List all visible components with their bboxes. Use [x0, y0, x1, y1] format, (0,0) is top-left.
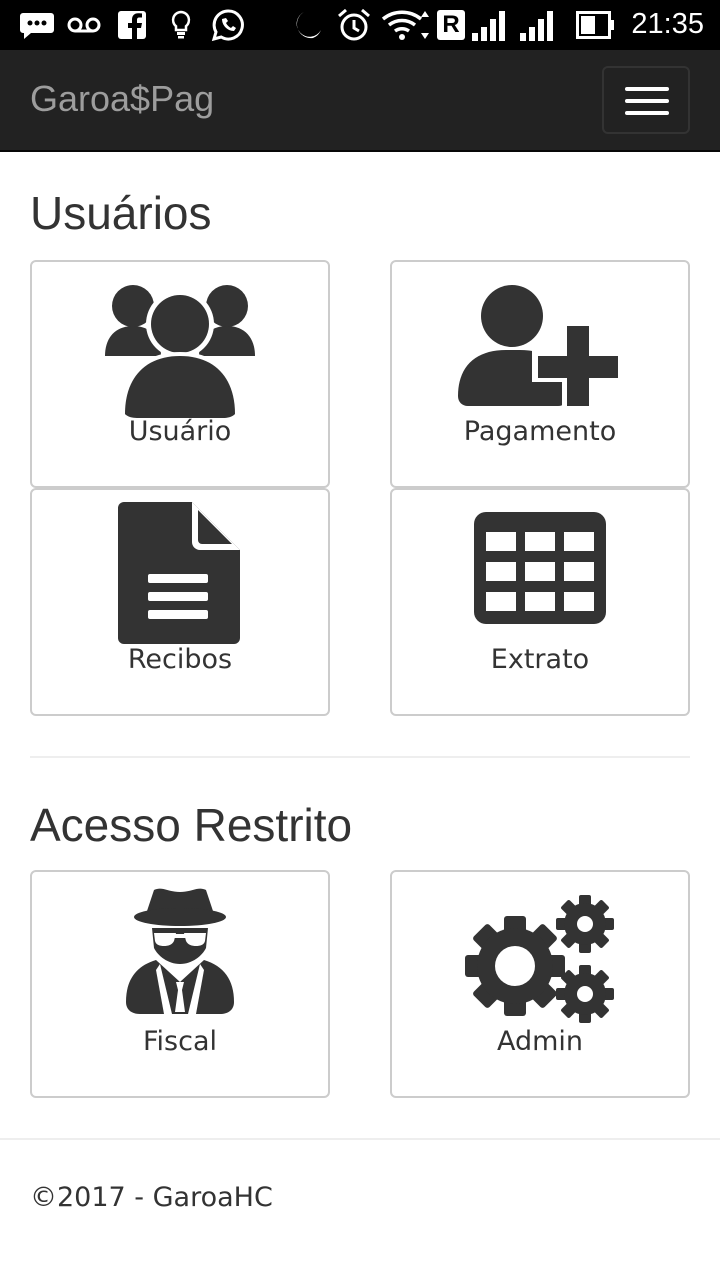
clock: 21:35	[631, 8, 704, 40]
tile-usuario[interactable]: Usuário	[30, 260, 330, 488]
section-divider	[30, 756, 690, 758]
users-icon	[32, 272, 328, 418]
table-icon	[392, 512, 688, 624]
signal-icon	[472, 9, 508, 41]
gears-icon	[392, 882, 688, 1024]
menu-toggle-button[interactable]	[602, 66, 690, 134]
tile-label: Admin	[496, 1026, 584, 1057]
spy-icon	[32, 884, 328, 1016]
chat-icon	[18, 9, 56, 41]
tile-label: Extrato	[490, 644, 590, 675]
roaming-icon: R	[436, 9, 466, 41]
section-title-restricted: Acesso Restrito	[30, 799, 353, 851]
battery-icon	[576, 9, 616, 41]
tile-pagamento[interactable]: Pagamento	[390, 260, 690, 488]
tile-label: Fiscal	[142, 1026, 218, 1057]
wifi-icon	[380, 9, 432, 41]
moon-icon	[290, 9, 326, 41]
tile-label: Pagamento	[463, 416, 617, 447]
brand-link[interactable]: Garoa$Pag	[30, 78, 214, 120]
user-plus-icon	[392, 284, 688, 408]
tile-recibos[interactable]: Recibos	[30, 488, 330, 716]
footer-divider	[0, 1138, 720, 1140]
document-icon	[32, 502, 328, 644]
roaming-letter: R	[437, 10, 465, 40]
signal-icon	[520, 9, 556, 41]
tile-label: Usuário	[128, 416, 232, 447]
tile-admin[interactable]: Admin	[390, 870, 690, 1098]
status-bar: R 21:35	[0, 0, 720, 50]
whatsapp-icon	[210, 9, 246, 42]
lightbulb-icon	[168, 9, 194, 41]
tile-label: Recibos	[127, 644, 233, 675]
footer-copyright: ©2017 - GaroaHC	[30, 1182, 273, 1213]
facebook-icon	[116, 9, 148, 41]
voicemail-icon	[66, 9, 102, 41]
alarm-icon	[336, 8, 372, 41]
navbar: Garoa$Pag	[0, 50, 720, 152]
section-title-users: Usuários	[30, 187, 212, 239]
tile-extrato[interactable]: Extrato	[390, 488, 690, 716]
tile-fiscal[interactable]: Fiscal	[30, 870, 330, 1098]
